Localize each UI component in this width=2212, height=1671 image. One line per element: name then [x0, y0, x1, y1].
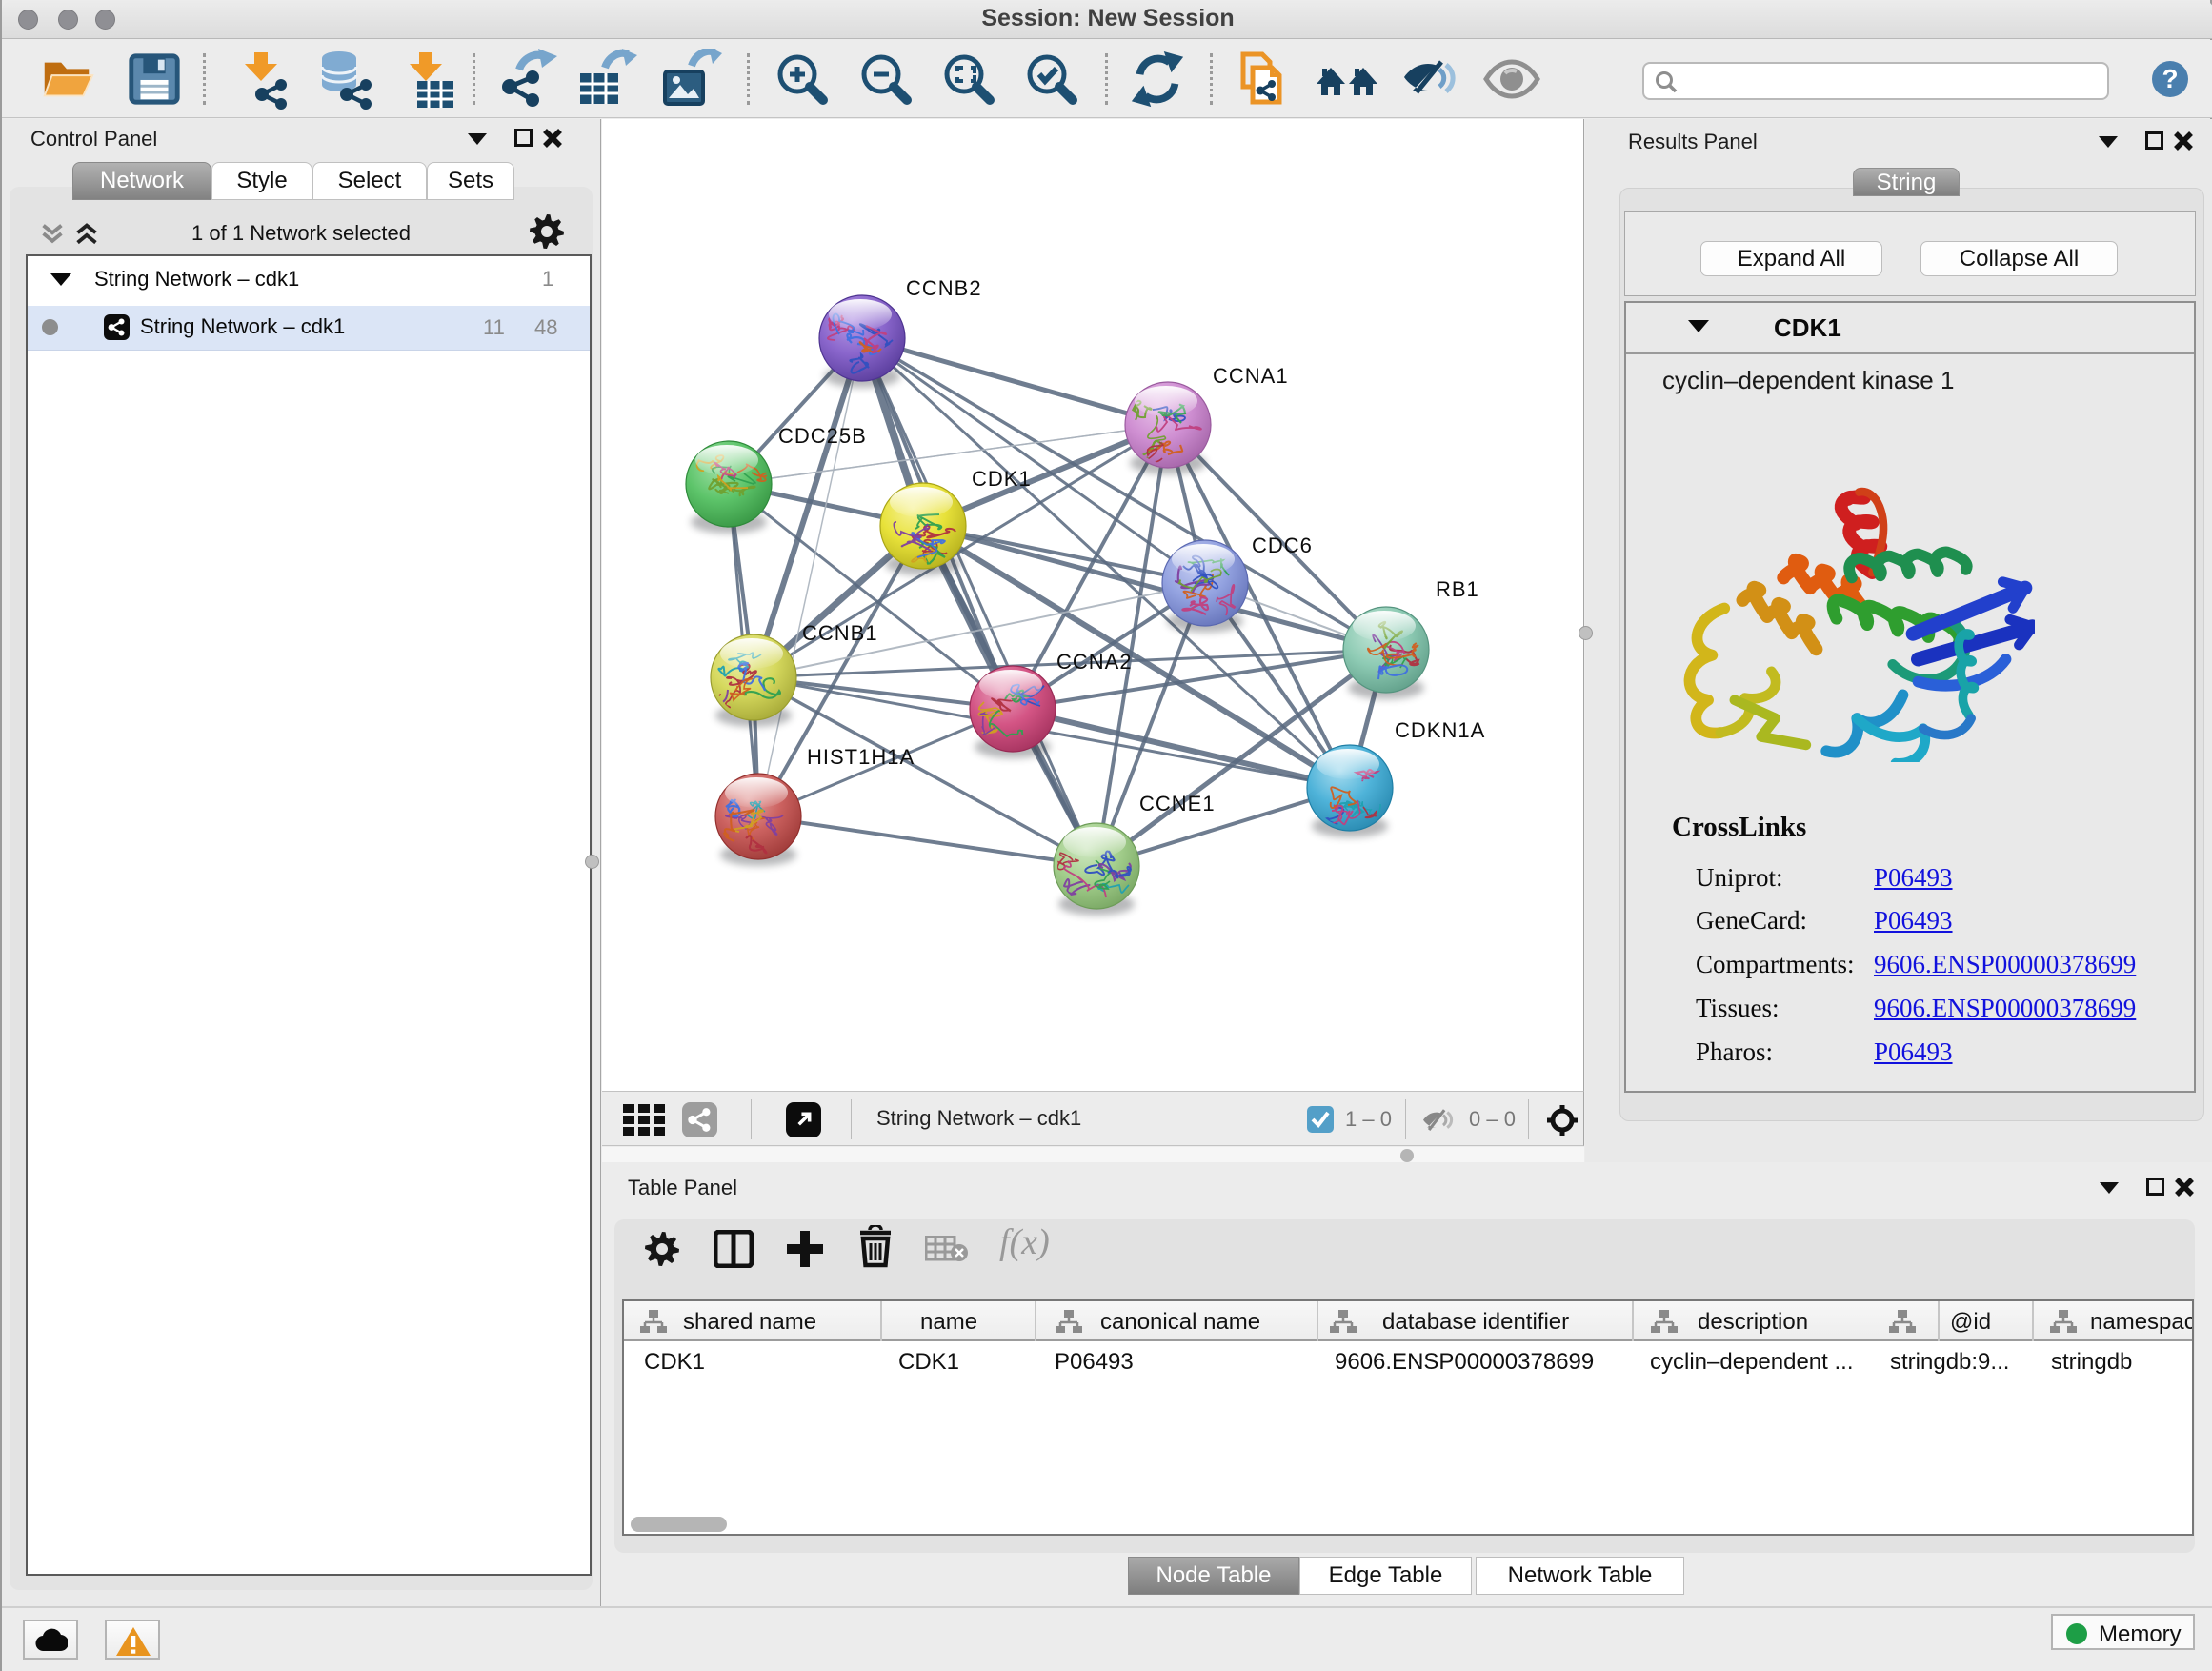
svg-text:CCNA2: CCNA2 — [1056, 650, 1133, 674]
svg-text:HIST1H1A: HIST1H1A — [807, 745, 915, 769]
svg-text:CDK1: CDK1 — [972, 467, 1032, 491]
svg-text:CCNE1: CCNE1 — [1139, 792, 1216, 815]
svg-text:CDKN1A: CDKN1A — [1395, 718, 1485, 742]
svg-text:CCNB2: CCNB2 — [906, 276, 982, 300]
svg-text:CCNA1: CCNA1 — [1213, 364, 1289, 388]
svg-text:CCNB1: CCNB1 — [802, 621, 878, 645]
svg-text:CDC6: CDC6 — [1252, 534, 1313, 557]
svg-text:CDC25B: CDC25B — [778, 424, 867, 448]
svg-text:RB1: RB1 — [1436, 577, 1479, 601]
